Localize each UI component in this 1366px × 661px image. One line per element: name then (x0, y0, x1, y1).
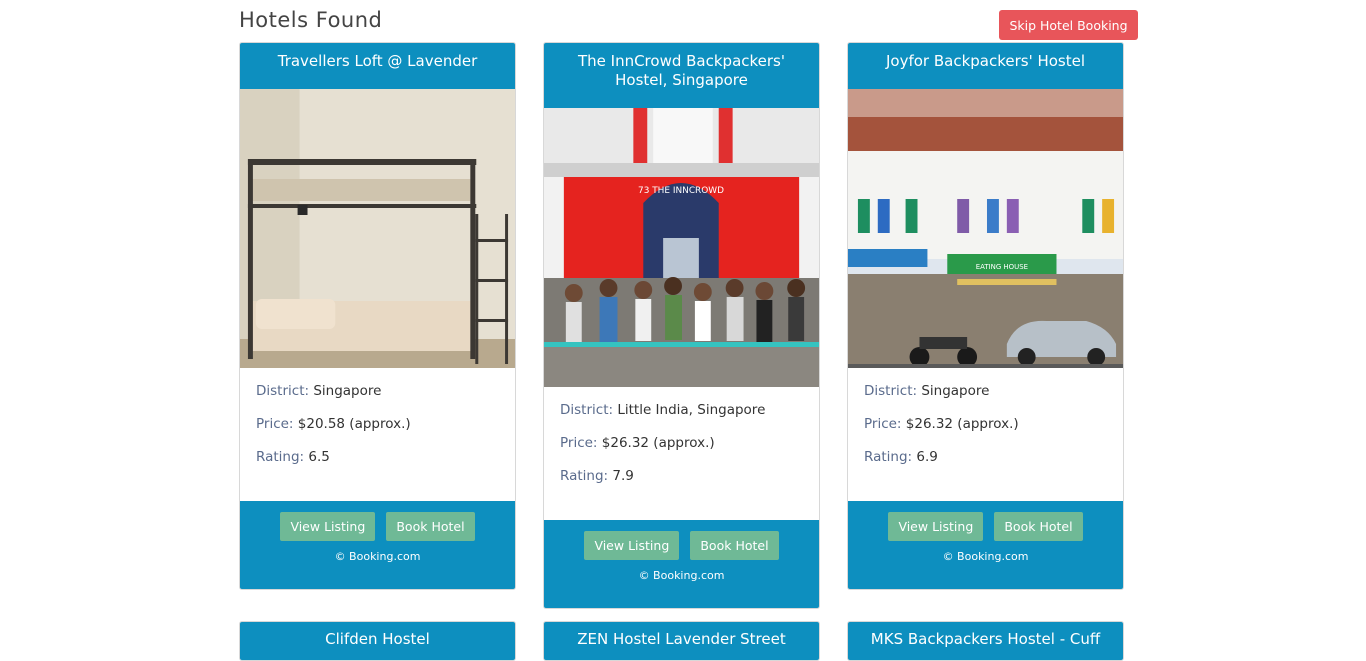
hotel-card: The InnCrowd Backpackers' Hostel, Singap… (543, 42, 820, 609)
hotel-card-footer: View Listing Book Hotel © Booking.com (544, 520, 819, 608)
skip-hotel-booking-button[interactable]: Skip Hotel Booking (999, 10, 1138, 40)
hotel-rating: Rating: 7.9 (560, 468, 634, 484)
view-listing-button[interactable]: View Listing (280, 512, 376, 541)
hotel-photo-shophouse: EATING HOUSE (848, 89, 1123, 368)
hotel-district: District: Singapore (864, 383, 990, 399)
hotel-card: ZEN Hostel Lavender Street (543, 621, 820, 661)
hotel-card-header: Clifden Hostel (240, 622, 515, 660)
book-hotel-button[interactable]: Book Hotel (690, 531, 779, 560)
hotel-photo-bunk-bed (240, 89, 515, 368)
hotel-name[interactable]: The InnCrowd Backpackers' Hostel, Singap… (558, 52, 805, 90)
hotel-card: Travellers Loft @ Lavender District: Sin… (239, 42, 516, 590)
hotel-card-header: Travellers Loft @ Lavender (240, 43, 515, 89)
booking-copyright: © Booking.com (638, 569, 725, 582)
booking-copyright: © Booking.com (942, 550, 1029, 563)
page-title: Hotels Found (239, 8, 383, 32)
hotel-card-header: Joyfor Backpackers' Hostel (848, 43, 1123, 89)
hotel-rating: Rating: 6.9 (864, 449, 938, 465)
book-hotel-button[interactable]: Book Hotel (386, 512, 475, 541)
hotel-card-header: ZEN Hostel Lavender Street (544, 622, 819, 660)
hotel-card-header: MKS Backpackers Hostel - Cuff (848, 622, 1123, 660)
eating-house-sign: EATING HOUSE (976, 263, 1028, 271)
inncrowd-sign: 73 THE INNCROWD (638, 186, 724, 196)
hotel-card-footer: View Listing Book Hotel © Booking.com (240, 501, 515, 589)
hotel-photo-storefront-group: 73 THE INNCROWD (544, 108, 819, 387)
hotel-price: Price: $26.32 (approx.) (560, 435, 715, 451)
hotel-name[interactable]: Travellers Loft @ Lavender (278, 52, 478, 71)
hotel-district: District: Singapore (256, 383, 382, 399)
hotel-price: Price: $20.58 (approx.) (256, 416, 411, 432)
view-listing-button[interactable]: View Listing (584, 531, 680, 560)
hotel-card: MKS Backpackers Hostel - Cuff (847, 621, 1124, 661)
book-hotel-button[interactable]: Book Hotel (994, 512, 1083, 541)
hotel-name[interactable]: MKS Backpackers Hostel - Cuff (871, 630, 1100, 649)
hotel-name[interactable]: Joyfor Backpackers' Hostel (886, 52, 1085, 71)
hotel-card-header: The InnCrowd Backpackers' Hostel, Singap… (544, 43, 819, 108)
hotel-price: Price: $26.32 (approx.) (864, 416, 1019, 432)
hotel-rating: Rating: 6.5 (256, 449, 330, 465)
view-listing-button[interactable]: View Listing (888, 512, 984, 541)
booking-copyright: © Booking.com (334, 550, 421, 563)
hotel-card: Clifden Hostel (239, 621, 516, 661)
hotel-name[interactable]: Clifden Hostel (325, 630, 430, 649)
hotel-card-footer: View Listing Book Hotel © Booking.com (848, 501, 1123, 589)
hotel-district: District: Little India, Singapore (560, 402, 766, 418)
hotel-card: Joyfor Backpackers' Hostel EATING HOUSE … (847, 42, 1124, 590)
hotel-name[interactable]: ZEN Hostel Lavender Street (577, 630, 785, 649)
